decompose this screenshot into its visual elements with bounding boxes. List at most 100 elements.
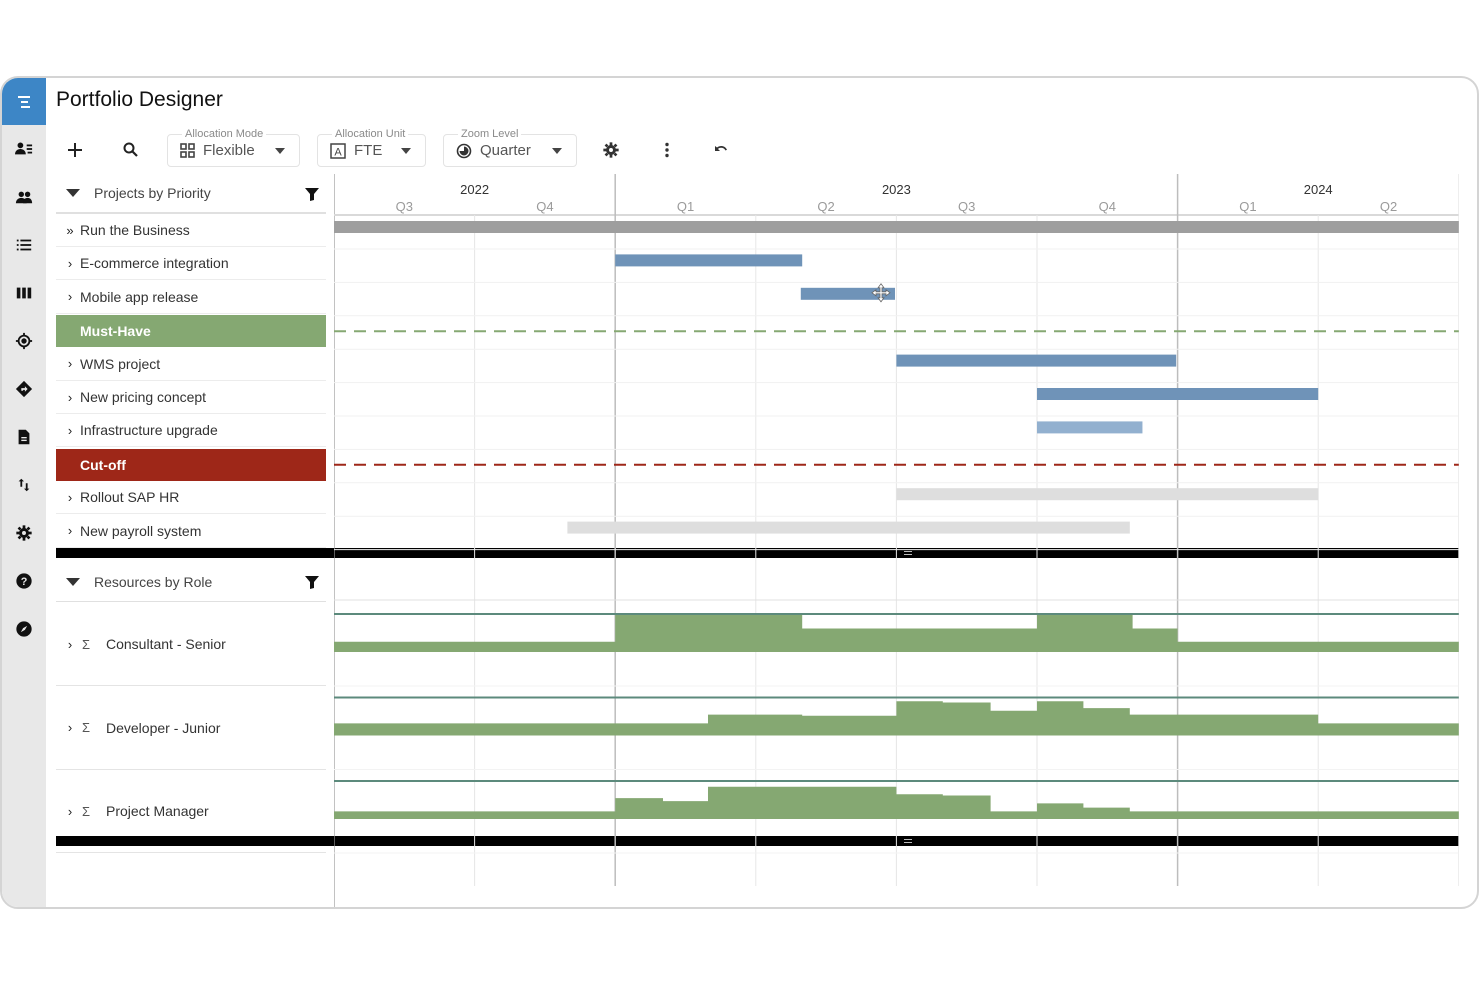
allocation-unit-legend: Allocation Unit <box>332 127 409 141</box>
quarter-label: Q4 <box>536 199 553 214</box>
rail-item-settings[interactable] <box>2 518 46 548</box>
project-bar[interactable] <box>615 254 803 267</box>
rail-item-list[interactable] <box>2 230 46 260</box>
svg-text:A: A <box>334 146 342 158</box>
allocation-unit-select[interactable]: Allocation Unit A FTE <box>317 127 426 167</box>
project-label: New payroll system <box>80 522 202 539</box>
undo-icon <box>715 145 727 151</box>
chevron-right-icon[interactable]: › <box>62 490 78 505</box>
project-label: Rollout SAP HR <box>80 489 180 506</box>
app-window: ? Portfolio Designer Allocation Mode Fle… <box>0 76 1479 909</box>
project-bar[interactable] <box>896 354 1177 367</box>
quarter-label: Q1 <box>677 199 694 214</box>
help-icon: ? <box>16 573 32 589</box>
chevron-right-icon[interactable]: › <box>62 804 78 819</box>
project-row[interactable]: › Mobile app release <box>56 281 326 314</box>
collapse-icon[interactable] <box>66 189 80 197</box>
more-vert-icon <box>665 142 669 158</box>
letter-a-box-icon: A <box>330 142 346 159</box>
double-chevron-right-icon[interactable]: » <box>62 223 78 238</box>
resource-label: Consultant - Senior <box>106 636 226 652</box>
settings-button[interactable] <box>597 136 625 164</box>
project-label: New pricing concept <box>80 389 207 405</box>
rail-item-explore[interactable] <box>2 614 46 644</box>
rail-menu-button[interactable] <box>2 78 46 125</box>
allocation-mode-legend: Allocation Mode <box>182 127 267 141</box>
rail-item-document[interactable] <box>2 422 46 452</box>
filter-icon[interactable] <box>304 574 320 590</box>
allocation-mode-value: Flexible <box>203 142 255 159</box>
directions-icon <box>15 380 33 398</box>
menu-icon <box>18 95 30 108</box>
target-icon <box>15 332 33 350</box>
projects-section-header[interactable]: Projects by Priority <box>56 174 326 214</box>
rail-item-columns[interactable] <box>2 278 46 308</box>
rail-item-people[interactable] <box>2 182 46 212</box>
collapse-icon[interactable] <box>66 577 80 586</box>
compass-icon <box>16 621 32 637</box>
gear-icon <box>603 142 619 158</box>
zoom-level-legend: Zoom Level <box>458 127 522 141</box>
project-row[interactable]: › Infrastructure upgrade <box>56 414 326 448</box>
resource-row[interactable]: › Σ Developer - Junior <box>56 687 326 770</box>
rail-item-target[interactable] <box>2 326 46 356</box>
project-bar[interactable] <box>896 488 1319 501</box>
project-label: E-commerce integration <box>80 255 229 272</box>
allocation-unit-value: FTE <box>354 142 383 159</box>
sigma-person-icon: Σ <box>82 720 91 735</box>
timeline-chart: 2022 2023 2024 Q3 Q4 Q1 Q2 Q3 Q4 Q1 Q2 <box>334 174 1459 907</box>
chevron-right-icon[interactable]: › <box>62 289 78 304</box>
document-icon <box>18 429 30 445</box>
resources-section-header[interactable]: Resources by Role <box>56 562 326 602</box>
project-bar[interactable] <box>1037 421 1143 434</box>
allocation-area <box>334 786 1459 819</box>
resource-label: Developer - Junior <box>106 719 221 736</box>
chevron-right-icon[interactable]: › <box>62 423 78 438</box>
clock-icon <box>456 143 472 158</box>
year-label: 2024 <box>1304 182 1333 197</box>
chevron-right-icon[interactable]: › <box>62 720 78 735</box>
person-list-icon <box>15 142 33 155</box>
zoom-level-select[interactable]: Zoom Level Quarter <box>443 127 577 167</box>
allocation-mode-select[interactable]: Allocation Mode Flexible <box>167 127 300 167</box>
chevron-down-icon <box>552 148 562 154</box>
zoom-level-value: Quarter <box>480 142 531 159</box>
project-row[interactable]: › WMS project <box>56 348 326 381</box>
priority-band-must-have[interactable]: Must-Have <box>56 315 326 348</box>
project-row[interactable]: › New pricing concept <box>56 381 326 414</box>
filter-icon[interactable] <box>304 186 320 202</box>
rail-item-sort[interactable] <box>2 470 46 500</box>
quarter-label: Q3 <box>958 199 975 214</box>
rail-item-help[interactable]: ? <box>2 566 46 596</box>
chevron-right-icon[interactable]: › <box>62 390 78 405</box>
chevron-right-icon[interactable]: › <box>62 523 78 538</box>
chevron-right-icon[interactable]: › <box>62 356 78 371</box>
rail-item-directions[interactable] <box>2 374 46 404</box>
project-bar[interactable] <box>334 221 1459 233</box>
resource-label: Project Manager <box>106 803 209 819</box>
quarter-label: Q4 <box>1099 199 1116 214</box>
add-button[interactable] <box>61 136 89 164</box>
quarter-label: Q3 <box>396 199 413 214</box>
undo-button[interactable] <box>707 136 735 164</box>
project-row[interactable]: › New payroll system <box>56 515 326 548</box>
project-label: Infrastructure upgrade <box>80 422 218 439</box>
project-bar[interactable] <box>567 521 1130 534</box>
svg-text:?: ? <box>21 576 28 588</box>
search-button[interactable] <box>117 136 145 164</box>
project-row[interactable]: › E-commerce integration <box>56 247 326 281</box>
chevron-right-icon[interactable]: › <box>62 256 78 271</box>
toolbar: Allocation Mode Flexible Allocation Unit… <box>46 126 1466 172</box>
project-row[interactable]: › Rollout SAP HR <box>56 481 326 515</box>
priority-band-cut-off[interactable]: Cut-off <box>56 448 326 481</box>
project-bar[interactable] <box>1037 388 1319 400</box>
rail-item-person-list[interactable] <box>2 134 46 164</box>
more-options-button[interactable] <box>653 136 681 164</box>
year-label: 2022 <box>460 182 489 197</box>
project-row[interactable]: » Run the Business <box>56 214 326 247</box>
resource-row[interactable]: › Σ Consultant - Senior <box>56 603 326 686</box>
sigma-person-icon: Σ <box>82 803 91 819</box>
chevron-right-icon[interactable]: › <box>62 637 78 652</box>
quarter-label: Q1 <box>1239 199 1256 214</box>
people-icon <box>15 191 33 204</box>
